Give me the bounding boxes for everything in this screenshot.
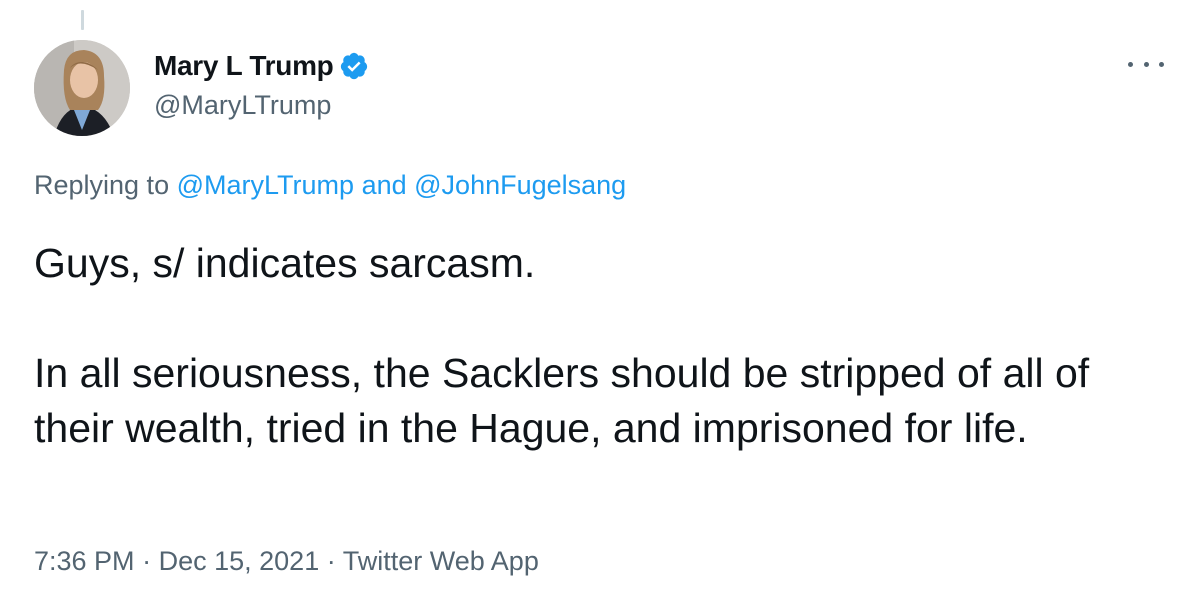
tweet-paragraph-gap bbox=[34, 291, 1154, 346]
thread-connector-line bbox=[81, 10, 84, 30]
verified-badge-icon bbox=[339, 51, 369, 81]
more-dot bbox=[1128, 61, 1133, 67]
meta-separator: · bbox=[326, 546, 336, 576]
mention-joiner[interactable]: and bbox=[362, 170, 407, 200]
tweet-metadata: 7:36 PM · Dec 15, 2021 · Twitter Web App bbox=[34, 546, 539, 577]
mention-link-johnfugelsang[interactable]: @JohnFugelsang bbox=[414, 170, 626, 200]
tweet-source[interactable]: Twitter Web App bbox=[343, 546, 539, 576]
replying-to-line: Replying to @MaryLTrump and @JohnFugelsa… bbox=[34, 170, 626, 201]
tweet-timestamp-date[interactable]: Dec 15, 2021 bbox=[159, 546, 320, 576]
more-dot bbox=[1159, 61, 1164, 67]
tweet-paragraph-2: In all seriousness, the Sacklers should … bbox=[34, 350, 1090, 451]
more-dot bbox=[1143, 61, 1149, 67]
tweet-line-1: Guys, s/ indicates sarcasm. bbox=[34, 240, 536, 286]
more-horizontal-icon[interactable] bbox=[1128, 52, 1164, 76]
author-display-name[interactable]: Mary L Trump bbox=[154, 50, 334, 82]
mention-link-maryltrump[interactable]: @MaryLTrump bbox=[177, 170, 354, 200]
meta-separator: · bbox=[142, 546, 152, 576]
author-handle[interactable]: @MaryLTrump bbox=[154, 90, 331, 121]
avatar[interactable] bbox=[34, 40, 130, 136]
tweet-text: Guys, s/ indicates sarcasm. In all serio… bbox=[34, 236, 1154, 456]
tweet-timestamp-time[interactable]: 7:36 PM bbox=[34, 546, 135, 576]
avatar-photo bbox=[34, 40, 130, 136]
replying-prefix: Replying to bbox=[34, 170, 170, 200]
author-name-row[interactable]: Mary L Trump bbox=[154, 48, 369, 84]
